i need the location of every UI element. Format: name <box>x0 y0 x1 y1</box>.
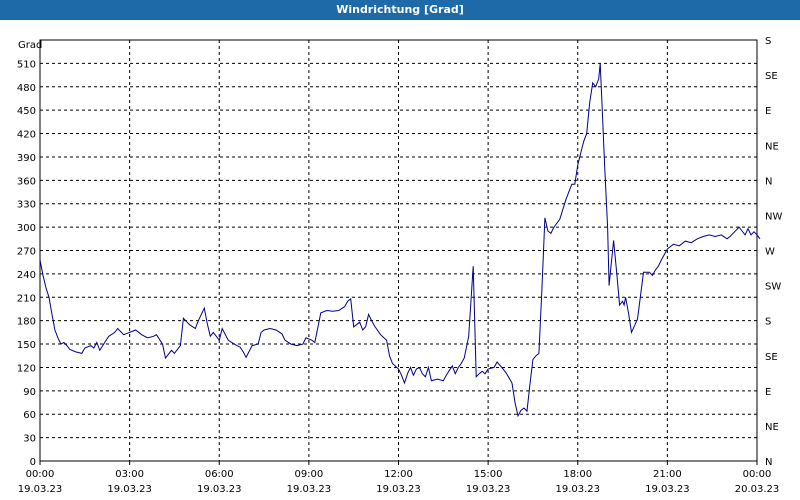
x-tick-date: 19.03.23 <box>376 484 421 495</box>
y-right-tick-label: SE <box>765 71 778 82</box>
grid <box>40 39 757 461</box>
y-tick-label: 300 <box>17 223 36 234</box>
y-tick-label: 240 <box>17 270 36 281</box>
y-right-tick-label: SW <box>765 282 781 293</box>
x-tick-time: 12:00 <box>384 469 413 480</box>
y-tick-label: 180 <box>17 317 36 328</box>
x-tick-date: 20.03.23 <box>735 484 780 495</box>
y-tick-label: 60 <box>23 410 36 421</box>
y-right-tick-label: N <box>765 176 772 187</box>
y-tick-label: 270 <box>17 247 36 258</box>
chart-title: Windrichtung [Grad] <box>336 3 464 16</box>
y-tick-label: 120 <box>17 363 36 374</box>
y-right-tick-label: NE <box>765 141 779 152</box>
x-tick-time: 06:00 <box>205 469 234 480</box>
y-right-tick-label: SE <box>765 352 778 363</box>
y-right-tick-label: N <box>765 457 772 468</box>
x-tick-time: 03:00 <box>115 469 144 480</box>
y-tick-label: 90 <box>23 387 36 398</box>
x-tick-date: 19.03.23 <box>287 484 332 495</box>
x-tick-date: 19.03.23 <box>18 484 63 495</box>
y-tick-label: 30 <box>23 434 36 445</box>
y-tick-label: 480 <box>17 83 36 94</box>
y-tick-label: 390 <box>17 153 36 164</box>
x-tick-date: 19.03.23 <box>555 484 600 495</box>
y-tick-label: 330 <box>17 200 36 211</box>
y-axis-label: Grad <box>18 40 42 51</box>
y-tick-label: 450 <box>17 106 36 117</box>
x-tick-time: 00:00 <box>743 469 772 480</box>
x-tick-time: 21:00 <box>653 469 682 480</box>
y-right-tick-label: E <box>765 106 771 117</box>
x-tick-date: 19.03.23 <box>107 484 152 495</box>
y-right-tick-label: S <box>765 36 771 47</box>
x-tick-time: 09:00 <box>294 469 323 480</box>
y-tick-label: 420 <box>17 130 36 141</box>
chart-title-bar: Windrichtung [Grad] <box>0 0 800 20</box>
y-right-tick-label: E <box>765 387 771 398</box>
series-line <box>39 63 761 418</box>
x-tick-date: 19.03.23 <box>197 484 242 495</box>
y-tick-label: 360 <box>17 176 36 187</box>
x-tick-date: 19.03.23 <box>466 484 511 495</box>
y-right-tick-label: NE <box>765 422 779 433</box>
x-tick-time: 18:00 <box>563 469 592 480</box>
chart-area: Grad 0 30 60 90 120 150 180 210 240 270 300 330 360 3… <box>17 36 783 495</box>
x-tick-time: 00:00 <box>26 469 55 480</box>
y-right-tick-label: S <box>765 317 771 328</box>
y-right-tick-label: W <box>765 247 775 258</box>
y-axis-right: N NE E SE S SW W NW N NE E SE S <box>765 36 782 468</box>
y-tick-label: 150 <box>17 340 36 351</box>
y-tick-label: 0 <box>30 457 36 468</box>
x-tick-time: 15:00 <box>474 469 503 480</box>
x-tick-date: 19.03.23 <box>645 484 690 495</box>
y-tick-label: 210 <box>17 293 36 304</box>
x-axis: 00:00 19.03.23 03:00 19.03.23 06:00 19.03.23 0… <box>18 461 780 495</box>
y-axis-left: 0 30 60 90 120 150 180 210 240 270 300 330 360 390 420… <box>17 59 36 468</box>
y-tick-label: 510 <box>17 59 36 70</box>
y-right-tick-label: NW <box>765 211 782 222</box>
